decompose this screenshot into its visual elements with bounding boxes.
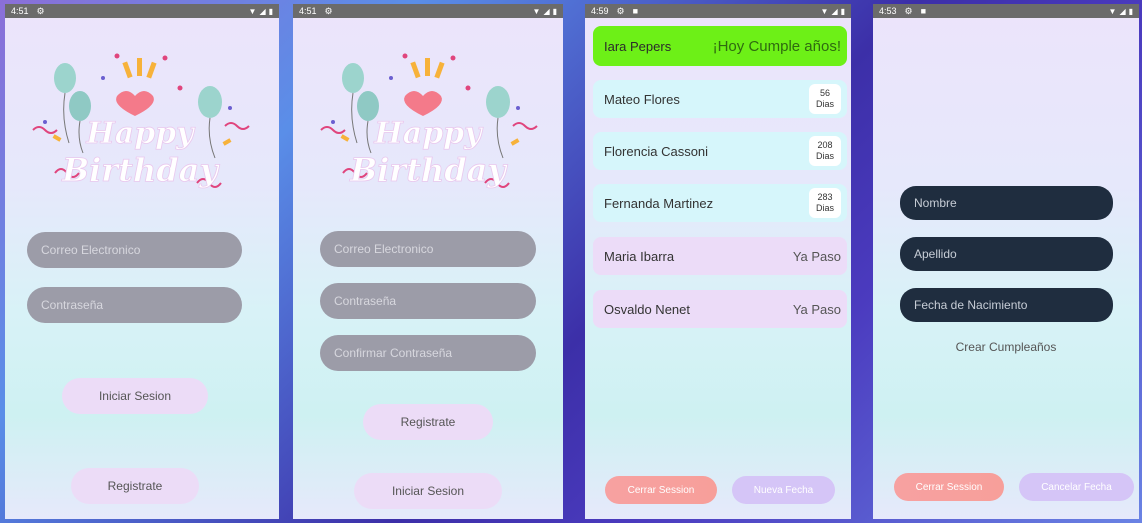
days-unit: Dias [815,151,834,161]
list-item[interactable]: Maria Ibarra Ya Paso [593,237,847,275]
signal-icon: ◢ [831,6,838,16]
confirm-password-input[interactable]: Confirmar Contraseña [320,335,536,371]
email-input[interactable]: Correo Electronico [27,232,242,268]
list-item[interactable]: Fernanda Martinez 283 Dias [593,184,847,222]
notification-icon: ■ [632,6,639,16]
lastname-input[interactable]: Apellido [900,237,1113,271]
create-birthday-button[interactable]: Crear Cumpleaños [873,340,1139,354]
register-button[interactable]: Registrate [71,468,199,504]
password-placeholder: Contraseña [41,298,104,312]
happy-birthday-illustration: Happy Birthday [32,53,250,189]
settings-icon: ⚙ [904,5,913,16]
password-input[interactable]: Contraseña [320,283,536,319]
name-input[interactable]: Nombre [900,186,1113,220]
login-label: Iniciar Sesion [98,389,172,403]
status-bar: 4:53 ⚙ ■ ▼ ◢ ▮ [873,4,1139,18]
cancel-date-label: Cancelar Fecha [1041,481,1112,493]
list-item[interactable]: Florencia Cassoni 208 Dias [593,132,847,170]
person-name: Maria Ibarra [604,248,675,264]
register-screen: 4:51 ⚙ ▼ ◢ ▮ Happy Birthday Correo Elect… [293,4,563,519]
person-name: Fernanda Martinez [604,195,714,211]
art-line2: Birthday [61,151,220,189]
art-line1: Happy [85,116,196,151]
create-birthday-label: Crear Cumpleaños [955,340,1057,354]
lastname-placeholder: Apellido [914,247,957,261]
happy-birthday-illustration: Happy Birthday [320,53,538,189]
wifi-icon: ▼ [820,6,829,16]
login-button[interactable]: Iniciar Sesion [354,473,502,509]
art-line2: Birthday [349,151,508,189]
cancel-date-button[interactable]: Cancelar Fecha [1019,473,1134,501]
password-input[interactable]: Contraseña [27,287,242,323]
days-badge: 208 Dias [809,136,841,166]
login-button[interactable]: Iniciar Sesion [62,378,208,414]
email-placeholder: Correo Electronico [41,243,141,257]
today-birthday-row[interactable]: Iara Pepers ¡Hoy Cumple años! [593,26,847,66]
status-time: 4:59 [591,6,609,16]
logout-label: Cerrar Session [915,481,983,493]
days-unit: Dias [815,99,834,109]
today-message: ¡Hoy Cumple años! [712,37,841,55]
passed-status: Ya Paso [792,248,841,264]
battery-icon: ▮ [268,6,273,16]
birthday-list-screen: 4:59 ⚙ ■ ▼ ◢ ▮ Iara Pepers ¡Hoy Cumple a… [585,4,851,519]
settings-icon: ⚙ [616,5,625,16]
days-count: 208 [817,140,833,150]
status-bar: 4:51 ⚙ ▼ ◢ ▮ [5,4,279,18]
signal-icon: ◢ [1119,6,1126,16]
days-count: 283 [817,192,833,202]
wifi-icon: ▼ [248,6,257,16]
days-count: 56 [819,88,830,98]
person-name: Mateo Flores [604,91,680,107]
logout-label: Cerrar Session [627,484,695,496]
login-label: Iniciar Sesion [391,484,465,498]
days-badge: 56 Dias [809,84,841,114]
battery-icon: ▮ [552,6,557,16]
password-placeholder: Contraseña [334,294,397,308]
notification-icon: ■ [920,6,927,16]
create-birthday-screen: 4:53 ⚙ ■ ▼ ◢ ▮ Nombre Apellido Fecha de … [873,4,1139,519]
register-label: Registrate [107,479,163,493]
status-bar: 4:59 ⚙ ■ ▼ ◢ ▮ [585,4,851,18]
list-item[interactable]: Mateo Flores 56 Dias [593,80,847,118]
logout-button[interactable]: Cerrar Session [605,476,717,504]
settings-icon: ⚙ [324,5,333,16]
status-time: 4:51 [11,6,29,16]
art-line1: Happy [373,116,484,151]
birthdate-input[interactable]: Fecha de Nacimiento [900,288,1113,322]
new-date-label: Nueva Fecha [753,484,814,496]
email-input[interactable]: Correo Electronico [320,231,536,267]
email-placeholder: Correo Electronico [334,242,434,256]
signal-icon: ◢ [543,6,550,16]
wifi-icon: ▼ [532,6,541,16]
name-placeholder: Nombre [914,196,957,210]
register-label: Registrate [400,415,456,429]
battery-icon: ▮ [840,6,845,16]
confirm-password-placeholder: Confirmar Contraseña [334,346,453,360]
person-name: Florencia Cassoni [604,143,709,159]
signal-icon: ◢ [259,6,266,16]
birthdate-placeholder: Fecha de Nacimiento [914,298,1028,312]
logout-button[interactable]: Cerrar Session [894,473,1004,501]
settings-icon: ⚙ [36,5,45,16]
days-badge: 283 Dias [809,188,841,218]
wifi-icon: ▼ [1108,6,1117,16]
days-unit: Dias [815,203,834,213]
register-button[interactable]: Registrate [363,404,493,440]
person-name: Osvaldo Nenet [604,301,690,317]
status-time: 4:51 [299,6,317,16]
new-date-button[interactable]: Nueva Fecha [732,476,835,504]
login-screen: 4:51 ⚙ ▼ ◢ ▮ Happy Birthday Correo Elect… [5,4,279,519]
list-item[interactable]: Osvaldo Nenet Ya Paso [593,290,847,328]
status-time: 4:53 [879,6,897,16]
today-name: Iara Pepers [604,38,672,54]
passed-status: Ya Paso [792,301,841,317]
status-bar: 4:51 ⚙ ▼ ◢ ▮ [293,4,563,18]
battery-icon: ▮ [1128,6,1133,16]
